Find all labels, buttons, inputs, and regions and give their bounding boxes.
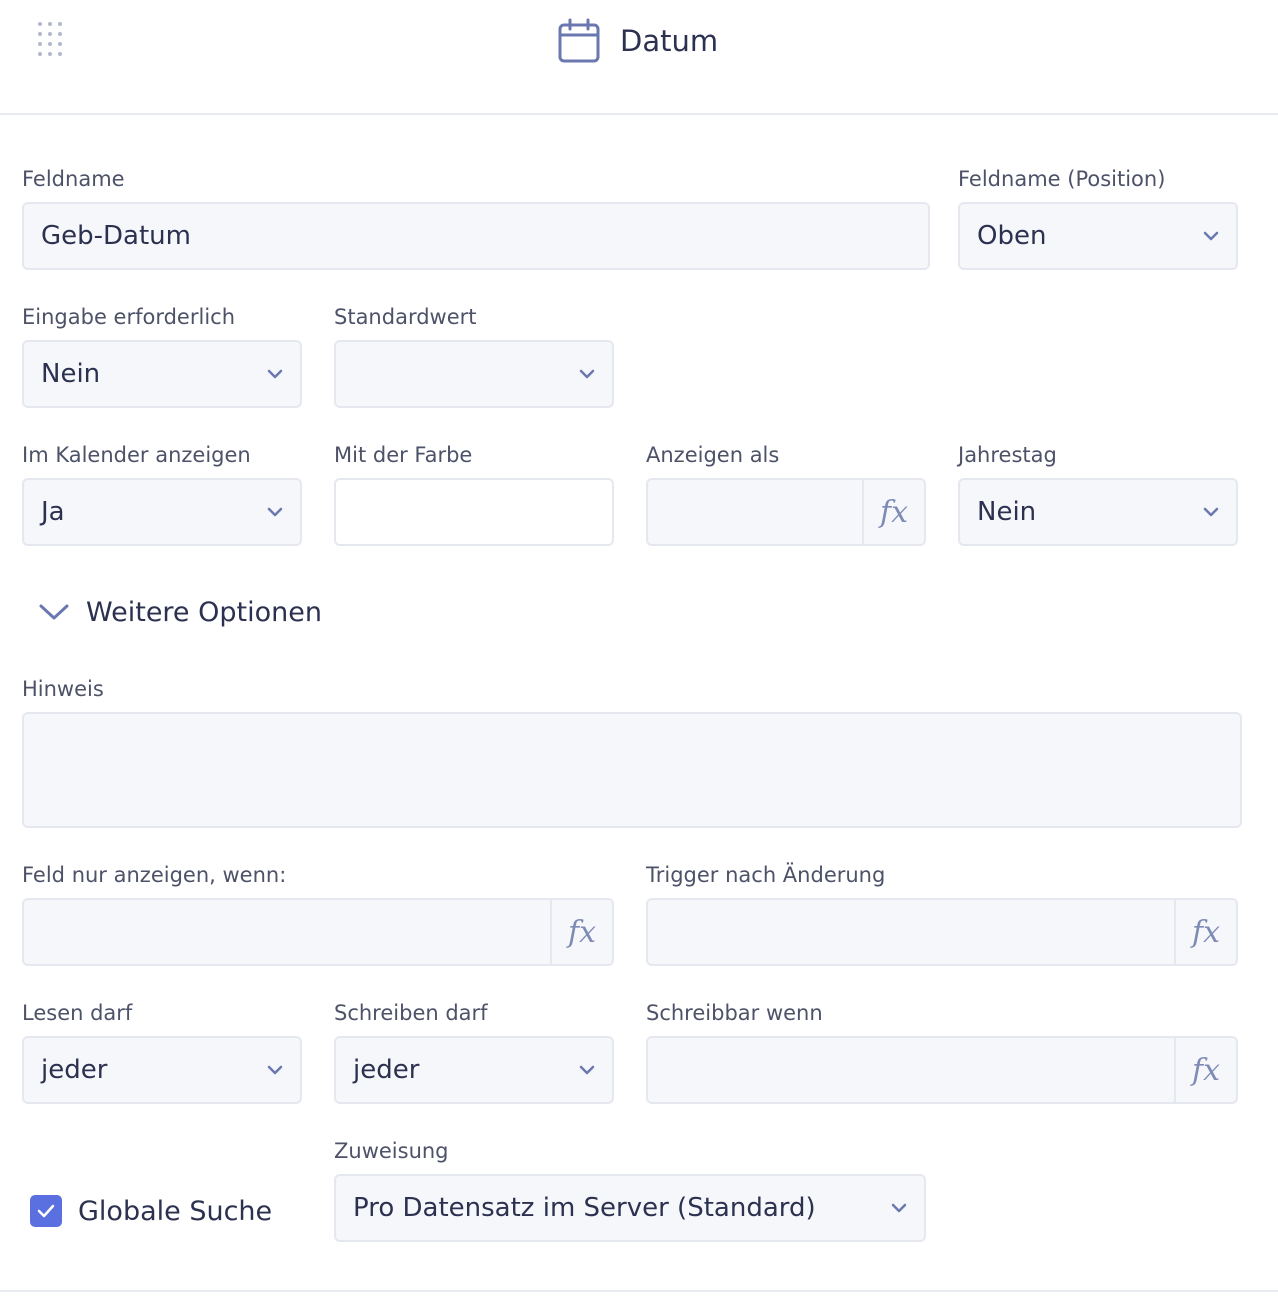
eingabe-erforderlich-value: Nein [41, 359, 101, 389]
chevron-down-icon [267, 369, 283, 379]
hinweis-label: Hinweis [22, 677, 104, 701]
kalender-value: Ja [41, 497, 65, 527]
footer-divider [0, 1290, 1278, 1292]
header-title-group: Datum [556, 18, 718, 64]
eingabe-erforderlich-select[interactable]: Nein [22, 340, 302, 408]
kalender-label: Im Kalender anzeigen [22, 443, 251, 467]
feldname-position-label: Feldname (Position) [958, 167, 1166, 191]
weitere-optionen-label: Weitere Optionen [86, 596, 322, 628]
feld-anzeigen-label: Feld nur anzeigen, wenn: [22, 863, 287, 887]
drag-handle-icon[interactable] [36, 20, 64, 58]
page-title: Datum [620, 24, 719, 58]
trigger-input[interactable]: fx [646, 898, 1238, 966]
formula-fx-icon[interactable]: fx [1174, 1038, 1236, 1102]
chevron-down-icon [1203, 231, 1219, 241]
feldname-position-value: Oben [977, 221, 1047, 251]
chevron-down-icon [891, 1203, 907, 1213]
feldname-label: Feldname [22, 167, 125, 191]
chevron-down-icon [267, 507, 283, 517]
jahrestag-label: Jahrestag [958, 443, 1057, 467]
schreibbar-wenn-label: Schreibbar wenn [646, 1001, 823, 1025]
feld-anzeigen-input[interactable]: fx [22, 898, 614, 966]
feldname-input[interactable]: Geb-Datum [22, 202, 930, 270]
feldname-value: Geb-Datum [41, 221, 191, 251]
globale-suche-label: Globale Suche [78, 1195, 273, 1227]
chevron-down-icon [579, 369, 595, 379]
weitere-optionen-toggle[interactable]: Weitere Optionen [38, 592, 322, 632]
chevron-down-icon [1203, 507, 1219, 517]
lesen-darf-select[interactable]: jeder [22, 1036, 302, 1104]
calendar-icon [558, 18, 600, 63]
kalender-select[interactable]: Ja [22, 478, 302, 546]
schreiben-darf-select[interactable]: jeder [334, 1036, 614, 1104]
zuweisung-select[interactable]: Pro Datensatz im Server (Standard) [334, 1174, 926, 1242]
eingabe-erforderlich-label: Eingabe erforderlich [22, 305, 236, 329]
formula-fx-icon[interactable]: fx [862, 480, 924, 544]
globale-suche-checkbox[interactable] [30, 1195, 62, 1227]
chevron-down-icon [267, 1065, 283, 1075]
anzeigen-als-label: Anzeigen als [646, 443, 780, 467]
lesen-darf-label: Lesen darf [22, 1001, 133, 1025]
farbe-label: Mit der Farbe [334, 443, 473, 467]
chevron-down-icon [39, 604, 69, 620]
schreiben-darf-value: jeder [353, 1055, 420, 1085]
trigger-label: Trigger nach Änderung [646, 863, 886, 887]
jahrestag-select[interactable]: Nein [958, 478, 1238, 546]
globale-suche-checkbox-group[interactable]: Globale Suche [30, 1192, 272, 1230]
anzeigen-als-input[interactable]: fx [646, 478, 926, 546]
header: Datum [0, 0, 1278, 115]
farbe-input[interactable] [334, 478, 614, 546]
formula-fx-icon[interactable]: fx [550, 900, 612, 964]
standardwert-label: Standardwert [334, 305, 477, 329]
schreibbar-wenn-input[interactable]: fx [646, 1036, 1238, 1104]
formula-fx-icon[interactable]: fx [1174, 900, 1236, 964]
hinweis-textarea[interactable] [22, 712, 1242, 828]
feldname-position-select[interactable]: Oben [958, 202, 1238, 270]
standardwert-select[interactable] [334, 340, 614, 408]
schreiben-darf-label: Schreiben darf [334, 1001, 488, 1025]
jahrestag-value: Nein [977, 497, 1037, 527]
chevron-down-icon [579, 1065, 595, 1075]
checkmark-icon [37, 1204, 55, 1218]
lesen-darf-value: jeder [41, 1055, 108, 1085]
zuweisung-value: Pro Datensatz im Server (Standard) [353, 1193, 816, 1223]
zuweisung-label: Zuweisung [334, 1139, 449, 1163]
